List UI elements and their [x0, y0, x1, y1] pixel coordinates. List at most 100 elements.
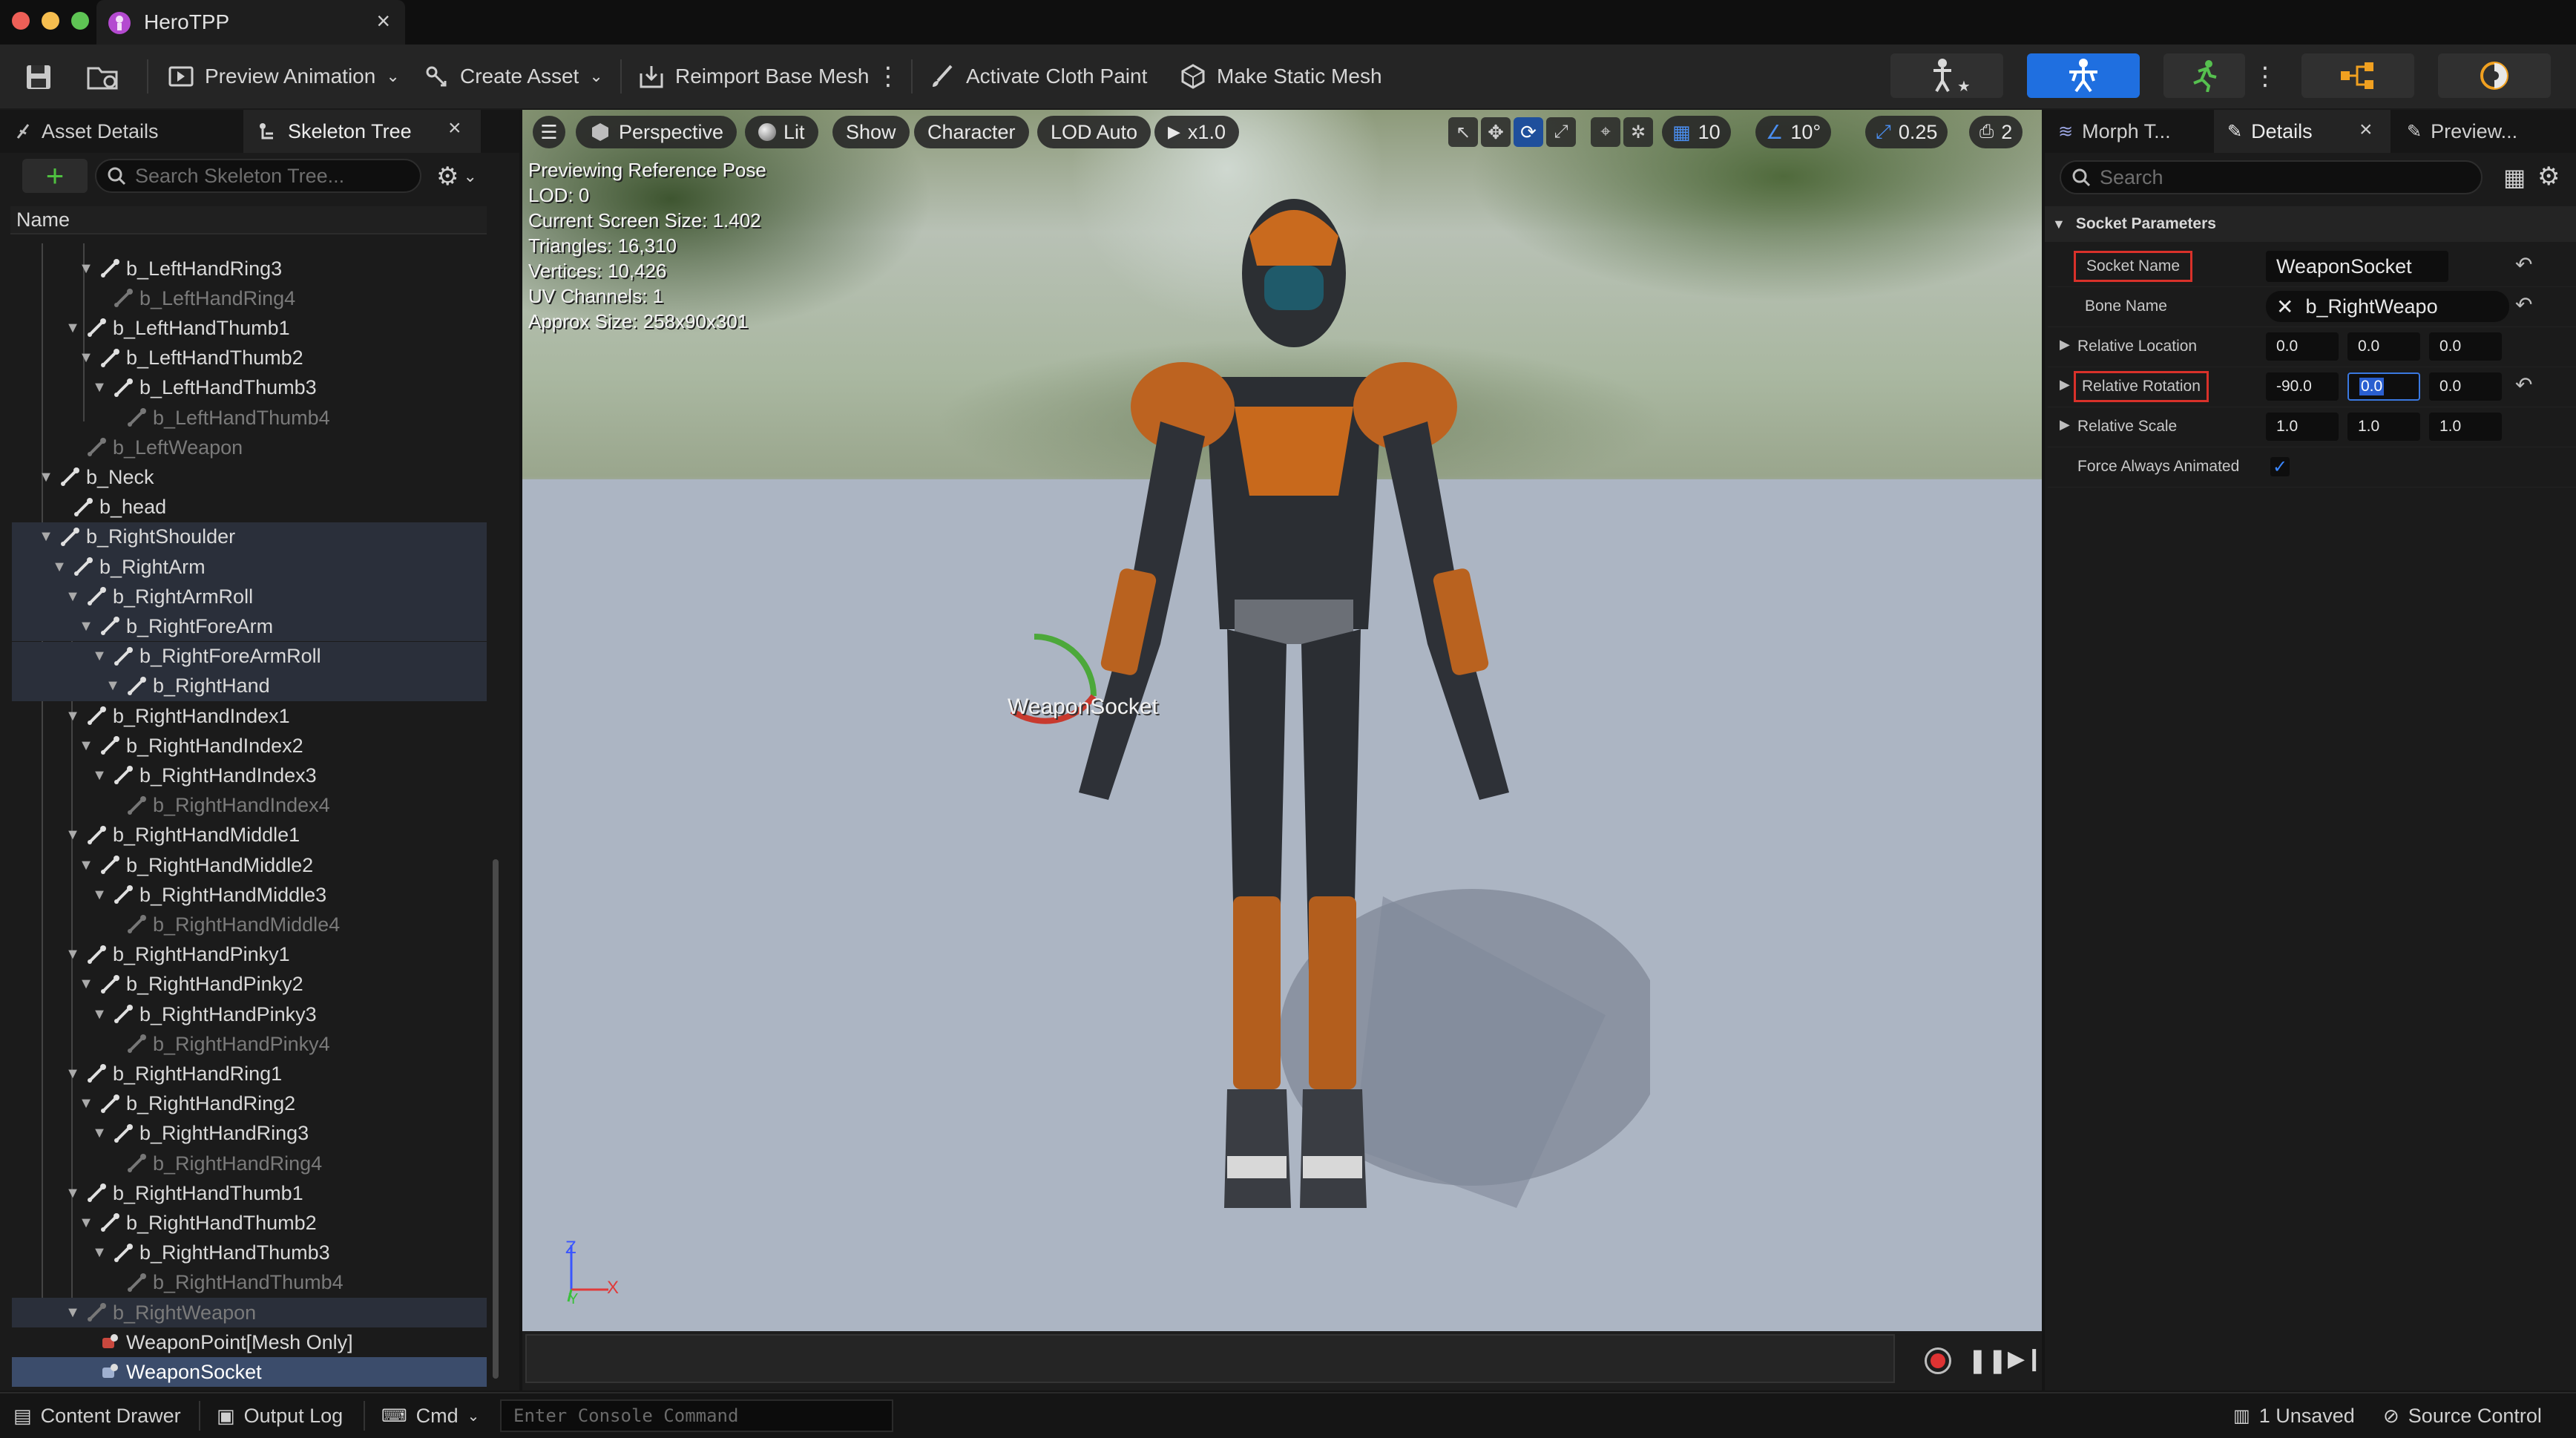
browse-asset-icon[interactable]: [86, 62, 120, 92]
tree-row[interactable]: ▼ b_RightHandRing2: [12, 1089, 487, 1119]
tree-row[interactable]: ▼ b_LeftHandThumb2: [12, 344, 487, 373]
rotation-roll-field[interactable]: -90.0: [2266, 372, 2339, 401]
character-button[interactable]: Character: [914, 116, 1029, 148]
reset-to-default-icon[interactable]: ↶: [2515, 252, 2532, 277]
tree-row[interactable]: ▼ b_RightHandThumb1: [12, 1178, 487, 1208]
scale-x-field[interactable]: 1.0: [2266, 413, 2339, 441]
preview-animation-button[interactable]: Preview Animation ⌄: [168, 58, 400, 95]
tree-row[interactable]: b_LeftHandRing4: [12, 283, 487, 313]
socket-parameters-section[interactable]: ▼ Socket Parameters: [2045, 206, 2576, 242]
tree-row[interactable]: ▼ b_RightForeArmRoll: [12, 641, 487, 672]
tree-row[interactable]: b_RightHandPinky4: [12, 1029, 487, 1059]
expand-arrow-icon[interactable]: ▼: [92, 767, 107, 784]
clear-bone-icon[interactable]: ✕: [2276, 295, 2293, 319]
surface-snap-icon[interactable]: ✲: [1623, 117, 1653, 147]
expand-arrow-icon[interactable]: ▼: [92, 1244, 107, 1261]
preview-viewport[interactable]: WeaponSocket Previewing Reference Pose LO…: [522, 110, 2042, 1331]
scale-z-field[interactable]: 1.0: [2429, 413, 2502, 441]
rotation-yaw-field[interactable]: 0.0: [2429, 372, 2502, 401]
select-mode-icon[interactable]: ↖: [1448, 117, 1478, 147]
expand-arrow-icon[interactable]: ▶: [2060, 337, 2070, 352]
gear-icon[interactable]: ⚙: [2537, 162, 2560, 191]
output-log-button[interactable]: ▣ Output Log: [217, 1401, 343, 1431]
tree-row[interactable]: b_RightHandIndex4: [12, 791, 487, 821]
lod-button[interactable]: LOD Auto: [1037, 116, 1151, 148]
tree-row[interactable]: b_RightHandMiddle4: [12, 910, 487, 939]
tree-row[interactable]: ▼ b_RightHandPinky3: [12, 999, 487, 1029]
tree-row[interactable]: ▼ b_LeftHandRing3: [12, 254, 487, 283]
expand-arrow-icon[interactable]: ▼: [39, 469, 53, 486]
tree-row[interactable]: ▼ b_RightHandThumb3: [12, 1238, 487, 1268]
tree-row[interactable]: b_RightHandThumb4: [12, 1268, 487, 1298]
tree-row[interactable]: ▼ b_RightHandPinky1: [12, 940, 487, 970]
scale-snap-button[interactable]: ⤢ 0.25: [1865, 116, 1948, 148]
activate-cloth-paint-button[interactable]: Activate Cloth Paint: [929, 58, 1147, 95]
scale-y-field[interactable]: 1.0: [2347, 413, 2420, 441]
location-z-field[interactable]: 0.0: [2429, 332, 2502, 361]
camera-speed-button[interactable]: ⎙ 2: [1969, 116, 2023, 148]
close-tab-icon[interactable]: ×: [376, 7, 390, 35]
unsaved-button[interactable]: ▥ 1 Unsaved: [2233, 1401, 2355, 1431]
local-space-icon[interactable]: ⌖: [1591, 117, 1620, 147]
expand-arrow-icon[interactable]: ▼: [79, 349, 93, 367]
tree-row[interactable]: ▼ b_RightHandThumb2: [12, 1208, 487, 1238]
maximize-window-button[interactable]: [71, 12, 89, 30]
close-tab-icon[interactable]: ×: [2359, 117, 2373, 142]
tree-row[interactable]: ▼ b_RightHandMiddle2: [12, 850, 487, 880]
timeline-scrub-area[interactable]: [525, 1334, 1895, 1383]
tree-row[interactable]: b_LeftWeapon: [12, 433, 487, 462]
create-asset-button[interactable]: Create Asset ⌄: [423, 58, 603, 95]
lit-view-button[interactable]: Lit: [745, 116, 818, 148]
save-icon[interactable]: [24, 62, 53, 92]
expand-arrow-icon[interactable]: ▼: [79, 618, 93, 635]
tree-row[interactable]: ▼ b_RightHandMiddle3: [12, 880, 487, 910]
bone-name-picker[interactable]: ✕ b_RightWeapo: [2266, 291, 2509, 322]
expand-arrow-icon[interactable]: ▼: [65, 827, 80, 844]
content-drawer-button[interactable]: ▤ Content Drawer: [13, 1401, 181, 1431]
tree-row[interactable]: ▼ b_Neck: [12, 462, 487, 492]
viewport-menu-button[interactable]: ☰: [533, 116, 565, 148]
rotation-pitch-field[interactable]: 0.0: [2347, 372, 2420, 401]
tree-row[interactable]: ▼ b_LeftHandThumb1: [12, 313, 487, 343]
tree-row[interactable]: ▼ b_RightForeArm: [12, 611, 487, 642]
translate-mode-icon[interactable]: ✥: [1481, 117, 1511, 147]
location-y-field[interactable]: 0.0: [2347, 332, 2420, 361]
tree-row[interactable]: ▼ b_RightHandIndex2: [12, 731, 487, 761]
expand-arrow-icon[interactable]: ▼: [92, 1006, 107, 1023]
tree-row[interactable]: b_LeftHandThumb4: [12, 403, 487, 433]
perspective-button[interactable]: Perspective: [576, 116, 737, 148]
tree-row[interactable]: ▼ b_RightHandRing1: [12, 1059, 487, 1089]
expand-arrow-icon[interactable]: ▼: [65, 1066, 80, 1083]
more-modes-icon[interactable]: ⋮: [2253, 58, 2278, 95]
expand-arrow-icon[interactable]: ▼: [65, 946, 80, 963]
source-control-button[interactable]: ⊘ Source Control: [2383, 1401, 2542, 1431]
make-static-mesh-button[interactable]: Make Static Mesh: [1180, 58, 1382, 95]
reset-to-default-icon[interactable]: ↶: [2515, 292, 2532, 317]
tree-row[interactable]: ▼ b_RightArmRoll: [12, 582, 487, 612]
step-forward-button[interactable]: ▶❙: [2008, 1346, 2043, 1372]
expand-arrow-icon[interactable]: ▼: [79, 857, 93, 874]
more-options-icon[interactable]: ⋮: [875, 58, 901, 95]
skeleton-mode-button[interactable]: ★: [1890, 53, 2003, 98]
physics-mode-button[interactable]: [2438, 53, 2551, 98]
document-tab[interactable]: HeroTPP ×: [96, 0, 405, 45]
tree-row[interactable]: ▼ b_RightArm: [12, 552, 487, 582]
tree-row[interactable]: ▼ b_RightHandIndex1: [12, 701, 487, 731]
console-command-input[interactable]: Enter Console Command: [500, 1399, 893, 1432]
expand-arrow-icon[interactable]: ▼: [92, 887, 107, 904]
expand-arrow-icon[interactable]: ▼: [65, 708, 80, 725]
tree-row[interactable]: ▼ b_RightHandIndex3: [12, 761, 487, 790]
expand-arrow-icon[interactable]: ▼: [79, 1215, 93, 1232]
tab-preview-settings[interactable]: ✎ Preview...: [2393, 110, 2572, 153]
grid-snap-button[interactable]: ▦ 10: [1662, 116, 1731, 148]
blueprint-mode-button[interactable]: [2301, 53, 2414, 98]
expand-arrow-icon[interactable]: ▼: [79, 976, 93, 993]
tree-row[interactable]: ▼ b_RightWeapon: [12, 1298, 487, 1327]
animation-mode-button[interactable]: [2163, 53, 2245, 98]
expand-arrow-icon[interactable]: ▼: [105, 677, 120, 695]
close-window-button[interactable]: [12, 12, 30, 30]
tree-row[interactable]: WeaponSocket: [12, 1357, 487, 1388]
expand-arrow-icon[interactable]: ▼: [39, 528, 53, 545]
expand-arrow-icon[interactable]: ▼: [92, 648, 107, 665]
expand-arrow-icon[interactable]: ▼: [79, 260, 93, 278]
